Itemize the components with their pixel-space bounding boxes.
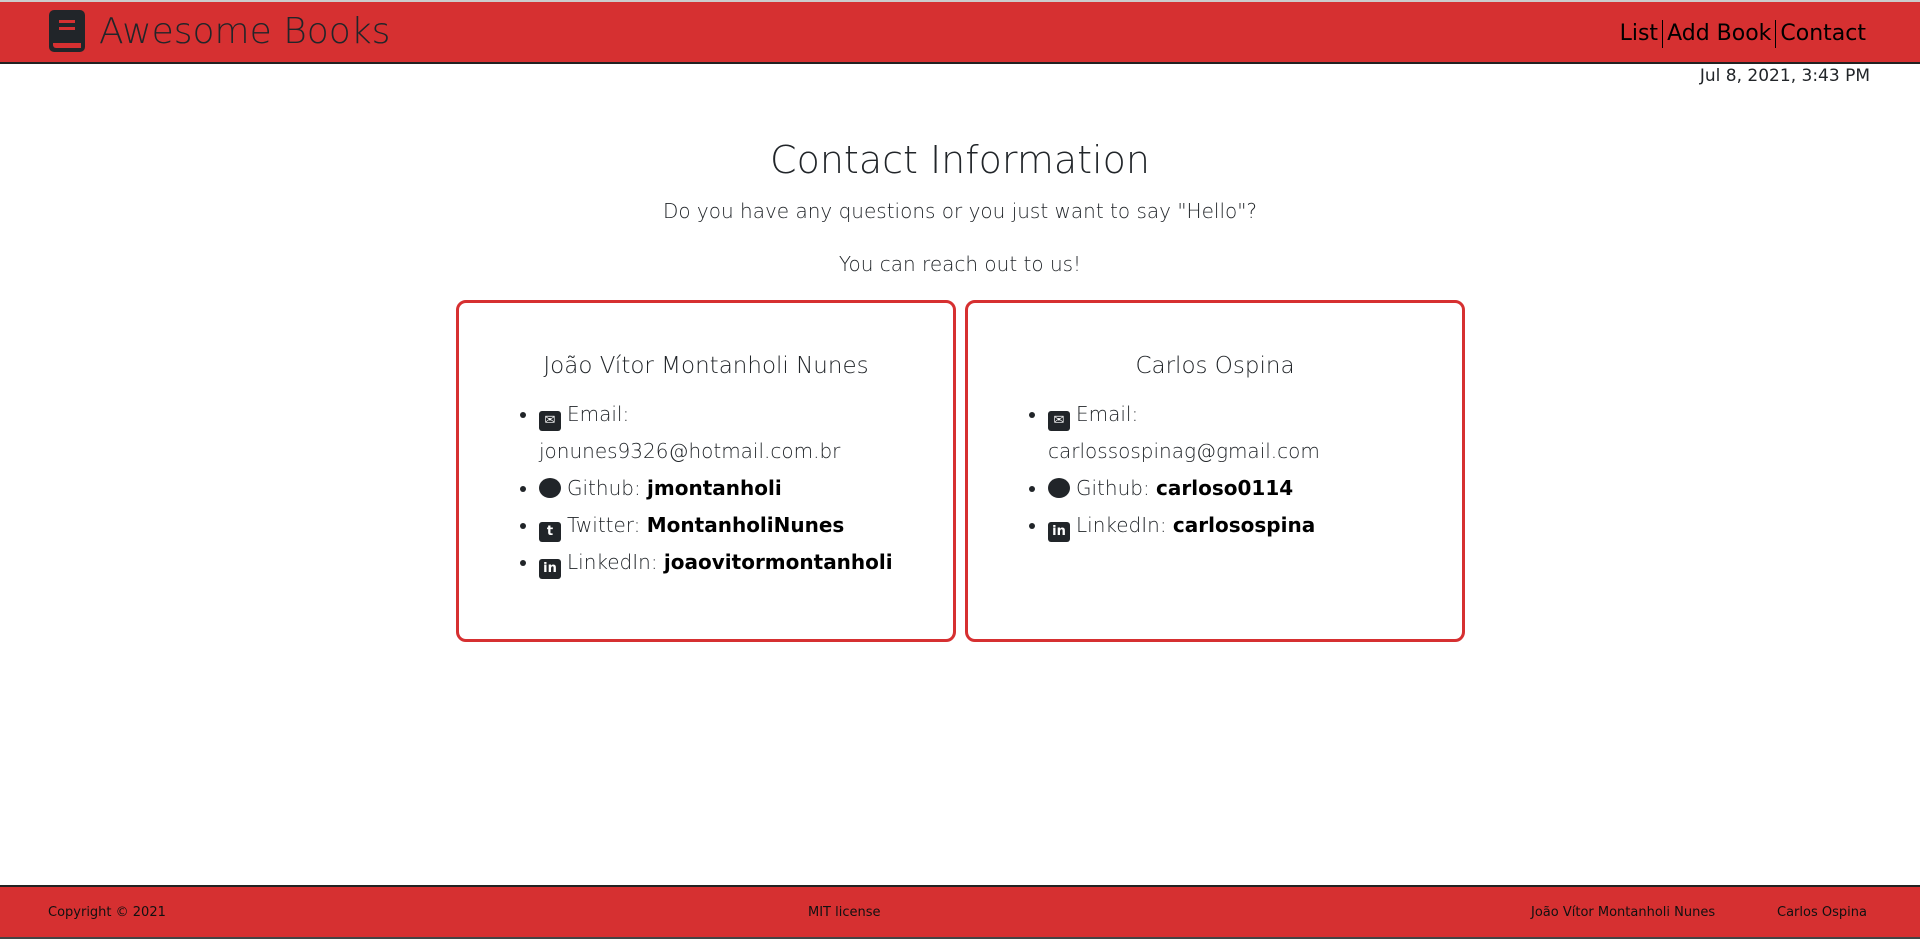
envelope-icon: ✉ bbox=[1048, 411, 1070, 431]
github-link[interactable]: carloso0114 bbox=[1156, 476, 1293, 500]
app-title: Awesome Books bbox=[99, 10, 391, 52]
contact-card: Carlos Ospina ✉Email:carlossospinag@gmai… bbox=[965, 300, 1465, 642]
footer: Copyright © 2021 MIT license João Vítor … bbox=[0, 885, 1920, 937]
contact-name: João Vítor Montanholi Nunes bbox=[543, 353, 869, 379]
logo[interactable]: Awesome Books bbox=[49, 10, 390, 52]
linkedin-item: inLinkedIn: joaovitormontanholi bbox=[539, 544, 933, 581]
linkedin-icon: in bbox=[539, 559, 561, 579]
github-link[interactable]: jmontanholi bbox=[647, 476, 782, 500]
author-link[interactable]: Carlos Ospina bbox=[1777, 905, 1867, 920]
email-link[interactable]: carlossospinag@gmail.com bbox=[1048, 439, 1320, 463]
contact-name: Carlos Ospina bbox=[1135, 353, 1295, 379]
github-item: Github: carloso0114 bbox=[1048, 470, 1442, 507]
nav-list[interactable]: List bbox=[1616, 20, 1662, 48]
nav-contact[interactable]: Contact bbox=[1775, 20, 1870, 48]
email-item: ✉Email:carlossospinag@gmail.com bbox=[1048, 396, 1442, 470]
github-item: Github: jmontanholi bbox=[539, 470, 933, 507]
license-link[interactable]: MIT license bbox=[808, 905, 881, 920]
main-nav: List Add Book Contact bbox=[1616, 20, 1870, 48]
linkedin-link[interactable]: joaovitormontanholi bbox=[664, 550, 893, 574]
header: Awesome Books List Add Book Contact bbox=[0, 0, 1920, 64]
linkedin-icon: in bbox=[1048, 522, 1070, 542]
copyright: Copyright © 2021 bbox=[48, 905, 166, 920]
date-display: Jul 8, 2021, 3:43 PM bbox=[1699, 66, 1870, 86]
linkedin-link[interactable]: carlosospina bbox=[1173, 513, 1315, 537]
envelope-icon: ✉ bbox=[539, 411, 561, 431]
github-icon bbox=[1048, 478, 1070, 498]
email-item: ✉Email:jonunes9326@hotmail.com.br bbox=[539, 396, 933, 470]
page-title: Contact Information bbox=[770, 138, 1150, 182]
twitter-link[interactable]: MontanholiNunes bbox=[647, 513, 845, 537]
nav-add-book[interactable]: Add Book bbox=[1662, 20, 1775, 48]
linkedin-item: inLinkedIn: carlosospina bbox=[1048, 507, 1442, 544]
author-link[interactable]: João Vítor Montanholi Nunes bbox=[1531, 905, 1715, 920]
subtitle-reach: You can reach out to us! bbox=[838, 252, 1082, 276]
contact-card: João Vítor Montanholi Nunes ✉Email:jonun… bbox=[456, 300, 956, 642]
subtitle: Do you have any questions or you just wa… bbox=[662, 199, 1258, 223]
email-link[interactable]: jonunes9326@hotmail.com.br bbox=[539, 439, 840, 463]
twitter-item: tTwitter: MontanholiNunes bbox=[539, 507, 933, 544]
twitter-icon: t bbox=[539, 522, 561, 542]
book-icon bbox=[49, 10, 85, 52]
github-icon bbox=[539, 478, 561, 498]
